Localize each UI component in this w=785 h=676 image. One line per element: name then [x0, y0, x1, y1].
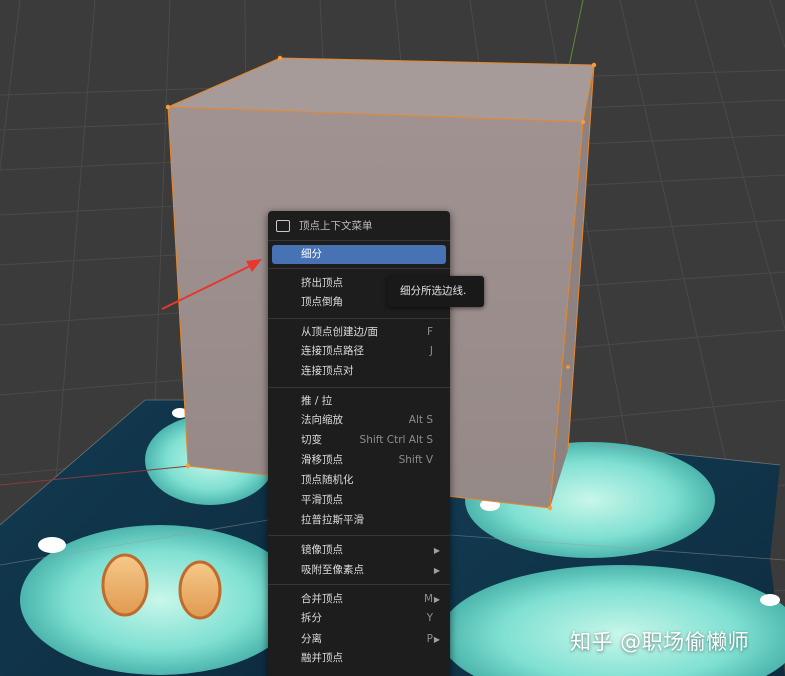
- menu-item-label: 连接顶点对: [301, 365, 354, 377]
- menu-item[interactable]: 合并顶点 M ▶: [272, 590, 446, 609]
- menu-item[interactable]: 法向缩放 Alt S: [272, 411, 446, 430]
- menu-item-shortcut: Y: [426, 612, 433, 624]
- watermark-text: 知乎 @职场偷懒师: [570, 630, 750, 654]
- menu-title: 顶点上下文菜单: [299, 220, 373, 232]
- menu-item-label: 切变: [301, 434, 322, 446]
- menu-item[interactable]: 从顶点创建边/面 F: [272, 323, 446, 342]
- menu-item[interactable]: 平滑顶点: [272, 491, 446, 510]
- menu-item[interactable]: 滑移顶点 Shift V: [272, 451, 446, 470]
- menu-item-shortcut: Shift V: [398, 454, 433, 466]
- menu-item-label: 法向缩放: [301, 414, 343, 426]
- menu-item-shortcut: Shift Ctrl Alt S: [359, 434, 433, 446]
- menu-item[interactable]: 顶点随机化: [272, 471, 446, 490]
- menu-item-label: 分离: [301, 633, 322, 645]
- subdivide-tooltip: 细分所选边线.: [387, 276, 484, 307]
- vertex-menu-icon: [276, 220, 290, 232]
- menu-item-shortcut: P: [426, 633, 433, 645]
- submenu-arrow-icon: ▶: [433, 566, 440, 575]
- menu-item[interactable]: 拆分 Y: [272, 609, 446, 628]
- menu-item[interactable]: 融并顶点: [272, 649, 446, 668]
- menu-item[interactable]: 细分: [272, 245, 446, 264]
- menu-item-label: 吸附至像素点: [301, 564, 364, 576]
- menu-item-shortcut: Alt S: [408, 414, 433, 426]
- menu-separator: [268, 387, 450, 388]
- menu-item[interactable]: 推 / 拉: [272, 392, 446, 411]
- menu-separator: [268, 268, 450, 269]
- menu-item-shortcut: F: [426, 326, 433, 338]
- menu-item[interactable]: 连接顶点对: [272, 362, 446, 381]
- menu-item-label: 拉普拉斯平滑: [301, 514, 364, 526]
- menu-item-label: 滑移顶点: [301, 454, 343, 466]
- submenu-arrow-icon: ▶: [433, 635, 440, 644]
- menu-item-shortcut: M: [423, 593, 433, 605]
- menu-item-label: 推 / 拉: [301, 395, 333, 407]
- menu-item[interactable]: 分离 P ▶: [272, 630, 446, 649]
- tooltip-text: 细分所选边线.: [400, 285, 467, 297]
- menu-item-label: 顶点倒角: [301, 296, 343, 308]
- menu-item-label: 镜像顶点: [301, 544, 343, 556]
- menu-item-label: 细分: [301, 248, 322, 260]
- menu-item-label: 拆分: [301, 612, 322, 624]
- menu-item[interactable]: 连接顶点路径 J: [272, 342, 446, 361]
- menu-item-label: 连接顶点路径: [301, 345, 364, 357]
- menu-item[interactable]: 吸附至像素点 ▶: [272, 561, 446, 580]
- menu-separator: [268, 584, 450, 585]
- submenu-arrow-icon: ▶: [433, 546, 440, 555]
- menu-item-label: 从顶点创建边/面: [301, 326, 379, 338]
- menu-item[interactable]: 镜像顶点 ▶: [272, 541, 446, 560]
- menu-item-label: 平滑顶点: [301, 494, 343, 506]
- menu-item-shortcut: J: [429, 345, 433, 357]
- menu-item-label: 顶点随机化: [301, 474, 354, 486]
- menu-item-label: 合并顶点: [301, 593, 343, 605]
- menu-separator: [268, 318, 450, 319]
- menu-item[interactable]: 切变 Shift Ctrl Alt S: [272, 431, 446, 450]
- menu-separator: [268, 240, 450, 241]
- menu-item-label: 融并顶点: [301, 652, 343, 664]
- menu-item-label: 挤出顶点: [301, 277, 343, 289]
- menu-item[interactable]: 拉普拉斯平滑: [272, 511, 446, 530]
- 3d-viewport[interactable]: 顶点上下文菜单 细分挤出顶点顶点倒角S从顶点创建边/面F连接顶点路径J连接顶点对…: [0, 0, 785, 676]
- watermark: 知乎 @职场偷懒师: [570, 626, 749, 656]
- submenu-arrow-icon: ▶: [433, 595, 440, 604]
- menu-header: 顶点上下文菜单: [276, 218, 373, 234]
- menu-separator: [268, 535, 450, 536]
